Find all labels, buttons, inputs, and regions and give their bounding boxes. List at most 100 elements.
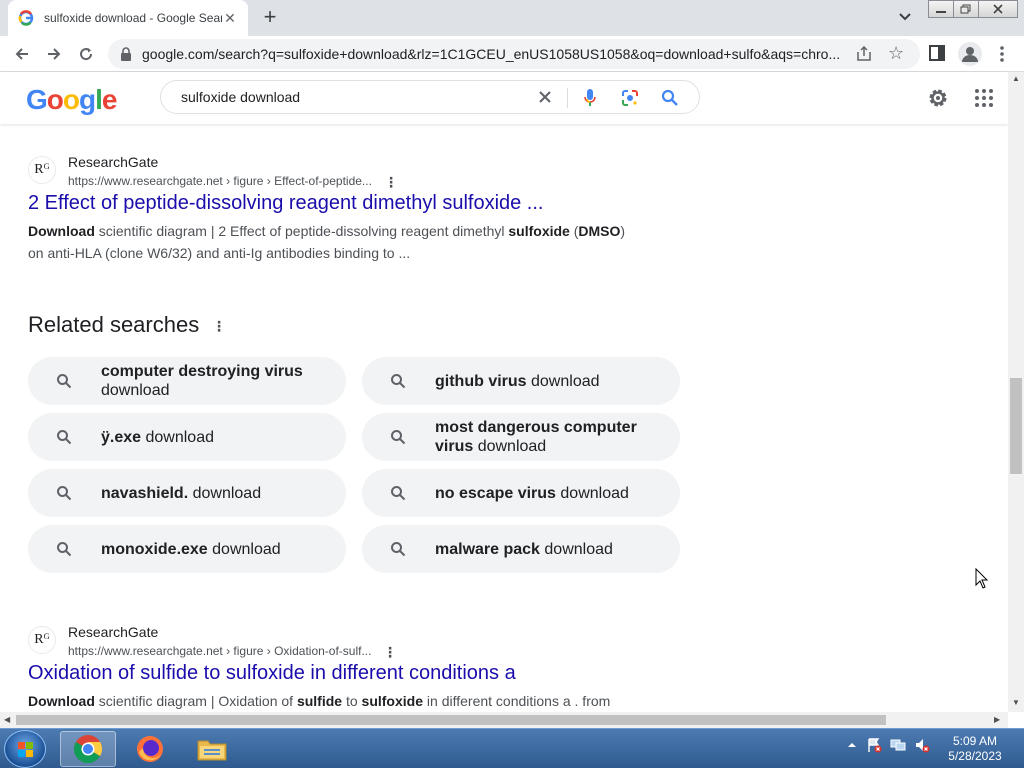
related-search-chip[interactable]: ÿ.exe download — [28, 413, 346, 461]
result-title-link[interactable]: Oxidation of sulfide to sulfoxide in dif… — [28, 662, 516, 685]
horizontal-scrollbar[interactable]: ◀ ▶ — [0, 712, 1008, 728]
related-search-text: github virus download — [435, 372, 665, 391]
related-search-chip[interactable]: computer destroying virus download — [28, 357, 346, 405]
related-search-text: malware pack download — [435, 540, 665, 559]
related-search-rest: download — [141, 428, 214, 446]
google-lens-icon[interactable] — [621, 89, 639, 107]
related-search-rest: download — [473, 438, 547, 455]
related-search-rest: download — [526, 372, 600, 390]
clear-search-icon[interactable] — [537, 89, 553, 105]
search-icon — [57, 374, 72, 389]
horizontal-scroll-thumb[interactable] — [16, 715, 886, 725]
related-search-text: no escape virus download — [435, 484, 665, 503]
show-hidden-icons-arrow-icon[interactable] — [844, 737, 860, 753]
mouse-cursor-icon — [975, 568, 989, 589]
minimize-button[interactable] — [928, 0, 954, 18]
profile-icon — [962, 47, 978, 62]
result-title-link[interactable]: 2 Effect of peptide-dissolving reagent d… — [28, 192, 543, 215]
related-search-chip[interactable]: no escape virus download — [362, 469, 680, 517]
related-search-bold: ÿ.exe — [101, 428, 142, 446]
new-tab-button[interactable]: + — [258, 6, 282, 30]
related-search-text: navashield. download — [101, 484, 331, 503]
network-icon[interactable] — [890, 737, 906, 753]
volume-muted-icon[interactable] — [914, 737, 930, 753]
result-url[interactable]: https://www.researchgate.net › figure › … — [68, 644, 371, 658]
related-search-chip[interactable]: monoxide.exe download — [28, 525, 346, 573]
back-button[interactable] — [10, 42, 34, 66]
google-apps-icon[interactable] — [974, 88, 994, 108]
search-input[interactable]: sulfoxide download — [181, 89, 300, 105]
snippet-part: Download — [28, 693, 95, 709]
google-logo[interactable]: Google — [26, 84, 117, 116]
result-url[interactable]: https://www.researchgate.net › figure › … — [68, 174, 372, 188]
browser-menu-icon[interactable] — [996, 44, 1008, 64]
scroll-up-arrow-icon[interactable]: ▲ — [1012, 74, 1020, 83]
firefox-icon — [137, 736, 163, 762]
tab-close-icon[interactable]: ✕ — [222, 10, 238, 26]
search-submit-icon[interactable] — [661, 89, 679, 107]
search-icon — [391, 374, 406, 389]
taskbar-file-explorer[interactable] — [184, 731, 240, 767]
close-window-button[interactable] — [978, 0, 1018, 18]
tab-strip: sulfoxide download - Google Search ✕ + — [0, 0, 1024, 36]
forward-button[interactable] — [42, 42, 66, 66]
settings-gear-icon[interactable] — [926, 86, 950, 110]
voice-search-icon[interactable] — [583, 88, 597, 108]
result-more-options-icon[interactable]: ⋮ — [384, 174, 398, 190]
related-search-bold: monoxide.exe — [101, 540, 208, 558]
related-search-text: computer destroying virus download — [101, 362, 331, 400]
share-icon[interactable] — [856, 46, 872, 62]
snippet-part: DMSO — [578, 223, 621, 239]
related-search-chip[interactable]: malware pack download — [362, 525, 680, 573]
snippet-part: scientific diagram | 2 Effect of peptide… — [94, 223, 509, 239]
side-panel-icon[interactable] — [928, 44, 946, 62]
tab-search-chevron-icon[interactable] — [896, 8, 914, 26]
vertical-scroll-thumb[interactable] — [1010, 378, 1022, 474]
scroll-right-arrow-icon[interactable]: ▶ — [994, 715, 1000, 724]
taskbar-firefox[interactable] — [122, 731, 178, 767]
vertical-scrollbar[interactable]: ▲ ▼ — [1008, 72, 1024, 712]
reload-button[interactable] — [74, 42, 98, 66]
related-search-bold: github virus — [435, 372, 527, 390]
snippet-part: sulfoxide — [508, 223, 570, 239]
clock-date: 5/28/2023 — [948, 749, 1002, 763]
search-box[interactable]: sulfoxide download — [160, 80, 700, 114]
browser-toolbar: google.com/search?q=sulfoxide+download&r… — [0, 36, 1024, 72]
related-more-options-icon[interactable]: ⋮ — [212, 318, 226, 334]
system-clock[interactable]: 5:09 AM 5/28/2023 — [940, 734, 1010, 764]
result-snippet: Download scientific diagram | 2 Effect o… — [28, 220, 628, 264]
back-arrow-icon — [15, 48, 28, 60]
clock-time: 5:09 AM — [952, 734, 998, 748]
address-bar[interactable]: google.com/search?q=sulfoxide+download&r… — [108, 39, 920, 69]
researchgate-favicon-icon: Rᴳ — [28, 626, 56, 654]
address-url[interactable]: google.com/search?q=sulfoxide+download&r… — [142, 46, 842, 62]
folder-icon — [197, 740, 227, 761]
related-search-chip[interactable]: navashield. download — [28, 469, 346, 517]
forward-arrow-icon — [48, 48, 61, 60]
profile-avatar[interactable] — [958, 42, 982, 66]
related-search-chip[interactable]: github virus download — [362, 357, 680, 405]
bookmark-star-icon[interactable]: ☆ — [888, 44, 904, 62]
action-center-flag-icon[interactable] — [866, 737, 882, 753]
reload-icon — [80, 48, 93, 61]
scroll-left-arrow-icon[interactable]: ◀ — [4, 715, 10, 724]
snippet-part: scientific diagram | Oxidation of — [94, 693, 297, 709]
related-search-chip[interactable]: most dangerous computer virus download — [362, 413, 680, 461]
search-icon — [57, 542, 72, 557]
search-divider — [567, 88, 568, 108]
related-search-bold: no escape virus — [435, 484, 556, 502]
researchgate-favicon-icon: Rᴳ — [28, 156, 56, 184]
start-button[interactable] — [4, 730, 46, 768]
taskbar-chrome[interactable] — [60, 731, 116, 767]
related-search-text: most dangerous computer virus download — [435, 418, 665, 456]
chrome-icon — [74, 735, 102, 763]
related-search-bold: malware pack — [435, 540, 540, 558]
restore-button[interactable] — [953, 0, 979, 18]
close-window-icon — [993, 4, 1003, 14]
browser-tab[interactable]: sulfoxide download - Google Search ✕ — [8, 0, 248, 36]
result-site-name[interactable]: ResearchGate — [68, 624, 158, 640]
scroll-down-arrow-icon[interactable]: ▼ — [1012, 698, 1020, 707]
search-result: Rᴳ ResearchGate https://www.researchgate… — [28, 624, 648, 716]
result-site-name[interactable]: ResearchGate — [68, 154, 158, 170]
result-more-options-icon[interactable]: ⋮ — [383, 644, 397, 660]
